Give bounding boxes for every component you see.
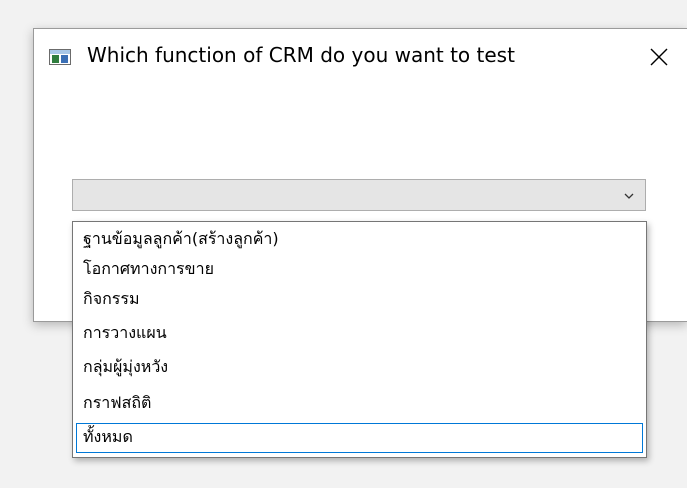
app-window-icon xyxy=(49,49,71,65)
option-customer-database[interactable]: ฐานข้อมูลลูกค้า(สร้างลูกค้า) xyxy=(76,225,643,255)
function-dropdown-list[interactable]: ฐานข้อมูลลูกค้า(สร้างลูกค้า) โอกาศทางการ… xyxy=(72,221,647,458)
dialog-title: Which function of CRM do you want to tes… xyxy=(87,43,515,67)
function-combobox[interactable] xyxy=(72,179,646,211)
option-statistics-graph[interactable]: กราฟสถิติ xyxy=(76,389,643,419)
close-button[interactable] xyxy=(643,41,675,73)
option-sales-opportunity[interactable]: โอกาศทางการขาย xyxy=(76,255,643,285)
close-icon xyxy=(650,48,668,66)
option-all[interactable]: ทั้งหมด xyxy=(76,423,643,453)
option-prospects[interactable]: กลุ่มผู้มุ่งหวัง xyxy=(76,353,643,383)
option-activities[interactable]: กิจกรรม xyxy=(76,285,643,315)
chevron-down-icon xyxy=(624,193,634,199)
option-planning[interactable]: การวางแผน xyxy=(76,319,643,349)
title-bar[interactable]: Which function of CRM do you want to tes… xyxy=(34,29,687,85)
